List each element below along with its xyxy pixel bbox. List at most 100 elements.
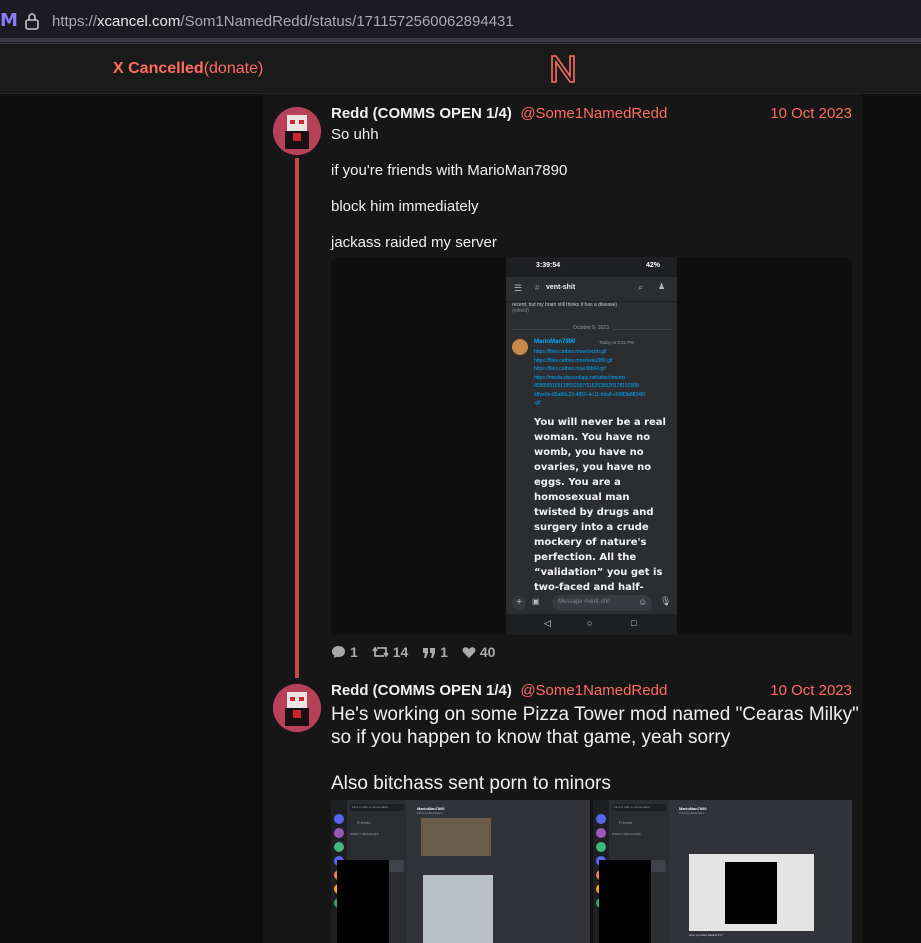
retweet-icon <box>371 646 389 658</box>
lock-icon[interactable] <box>24 12 40 30</box>
donate-link[interactable]: (donate) <box>204 60 264 77</box>
search-icon: ⌕ <box>638 282 644 292</box>
prev-message-edited: (edited) <box>512 308 529 314</box>
message-composer: + ▣ Message #vent-shit ☺ 🎙 <box>506 592 677 614</box>
nitter-logo-icon[interactable] <box>546 52 580 86</box>
avatar[interactable] <box>273 107 321 155</box>
likes-stat[interactable]: 40 <box>462 644 496 660</box>
avatar-image <box>273 107 321 155</box>
mic-icon: 🎙 <box>660 596 672 606</box>
tweet-line: so if you happen to know that game, yeah… <box>331 727 731 748</box>
url-path: /Som1NamedRedd/status/171157256006289443… <box>180 13 514 30</box>
status-battery: 42% <box>646 262 661 269</box>
friends-label: Friends <box>619 820 633 825</box>
retweets-stat[interactable]: 14 <box>371 644 409 660</box>
message-links: https://files.catbox.moe/cecbh.gif https… <box>534 348 674 408</box>
tweet-date[interactable]: 10 Oct 2023 <box>770 105 852 122</box>
site-navbar: X Cancelled(donate) <box>0 44 921 94</box>
tweet-line: He's working on some Pizza Tower mod nam… <box>331 704 859 725</box>
fullname[interactable]: Redd (COMMS OPEN 1/4) <box>331 682 512 699</box>
avatar[interactable] <box>273 684 321 732</box>
avatar-image <box>273 684 321 732</box>
tweet-line: if you're friends with MarioMan7890 <box>331 162 568 179</box>
tweet-header: Redd (COMMS OPEN 1/4) @Some1NamedRedd 10… <box>331 682 852 702</box>
toolbar-divider <box>0 38 921 42</box>
message-link: https://files.catbox.moe/cecbh.gif <box>534 349 607 355</box>
discord-screenshot-left[interactable]: Find or start a conversation Friends DIR… <box>331 800 590 943</box>
heart-icon <box>462 647 476 658</box>
message-placeholder: Message #vent-shit <box>558 599 611 605</box>
tweet-stats: 1 14 1 40 <box>331 644 505 662</box>
site-brand[interactable]: X Cancelled(donate) <box>113 60 263 78</box>
message-author: MarioMan7890 <box>534 339 576 345</box>
phone-status-bar: 3:39:54 42% <box>506 257 677 277</box>
status-time: 3:39:54 <box>536 262 561 269</box>
message-text: You will never be a real woman. You have… <box>534 417 666 592</box>
url-scheme: https:// <box>52 13 98 30</box>
tweet-image[interactable]: 3:39:54 42% ☰ # vent-shit ⌕ ♟ recent, bu… <box>331 257 852 635</box>
retweets-count: 14 <box>392 644 409 660</box>
tweet-date[interactable]: 10 Oct 2023 <box>770 682 852 699</box>
redaction-block <box>725 862 777 924</box>
channel-header: ☰ # vent-shit ⌕ ♟ <box>506 277 677 302</box>
android-navbar: ◁ ○ □ <box>506 614 677 635</box>
message-link: https://files.catbox.moe/5tb64.gif <box>534 366 606 372</box>
message-link: /dfye0n-65a86c23-4950-4c11-bda8-c9983b88… <box>534 391 646 398</box>
address-field[interactable]: https://xcancel.com/Som1NamedRedd/status… <box>52 13 514 30</box>
dm-search: Find or start a conversation <box>350 804 404 811</box>
hash-icon: # <box>535 283 540 292</box>
members-icon: ♟ <box>658 282 666 291</box>
tweet-content: So uhh if you're friends with MarioMan78… <box>331 126 567 270</box>
message-input: Message #vent-shit ☺ <box>552 595 652 611</box>
message-link: /838009169119532937/1152035520178152008 <box>534 383 639 389</box>
tweet-line: jackass raided my server <box>331 234 497 251</box>
tweet-header: Redd (COMMS OPEN 1/4) @Some1NamedRedd 10… <box>331 105 852 125</box>
fullname[interactable]: Redd (COMMS OPEN 1/4) <box>331 105 512 122</box>
shared-image <box>421 818 491 856</box>
discord-screenshot-right[interactable]: Find or start a conversation Friends DIR… <box>593 800 852 943</box>
friends-label: Friends <box>357 820 371 825</box>
quotes-stat[interactable]: 1 <box>422 644 448 660</box>
username[interactable]: @Some1NamedRedd <box>520 682 667 699</box>
chat-area: MarioMan7890 Pizzing Milkshakes <box>407 800 590 943</box>
tweet-line: block him immediately <box>331 198 479 215</box>
chat-caption: sure you dont wanna try? <box>689 933 723 937</box>
message-link: .gif <box>534 400 541 406</box>
message-link: https://media.discordapp.net/attachments <box>534 374 626 381</box>
quote-icon <box>423 648 436 658</box>
author-avatar <box>512 339 528 355</box>
date-divider: October 9, 2023 <box>512 325 672 333</box>
discord-screenshot: 3:39:54 42% ☰ # vent-shit ⌕ ♟ recent, bu… <box>506 257 677 635</box>
home-icon: ○ <box>587 618 593 628</box>
extension-icon[interactable]: M <box>0 10 18 32</box>
tweet-line: Also bitchass sent porn to minors <box>331 773 611 794</box>
url-host: xcancel.com <box>97 13 181 30</box>
tweet-image-gallery[interactable]: Find or start a conversation Friends DIR… <box>331 800 852 943</box>
emoji-icon: ☺ <box>638 597 648 607</box>
chat-user-status: Pizzing Milkshakes <box>417 811 443 815</box>
divider-date: October 9, 2023 <box>570 325 612 331</box>
dm-header: DIRECT MESSAGES <box>612 832 641 836</box>
gift-icon: ▣ <box>532 597 540 606</box>
redaction-block <box>337 860 389 943</box>
redaction-block <box>599 860 651 943</box>
plus-icon: + <box>512 596 526 610</box>
brand-title[interactable]: X Cancelled <box>113 60 204 77</box>
comment-icon <box>332 646 345 658</box>
back-icon: ◁ <box>544 618 551 628</box>
message-link: https://files.catbox.moe/veeu380.gif <box>534 357 613 364</box>
replies-stat[interactable]: 1 <box>331 644 358 660</box>
tweet-line: So uhh <box>331 126 379 143</box>
quotes-count: 1 <box>440 644 448 660</box>
message-timestamp: Today at 3:32 PM <box>599 340 635 345</box>
likes-count: 40 <box>479 644 496 660</box>
username[interactable]: @Some1NamedRedd <box>520 105 667 122</box>
dm-search: Find or start a conversation <box>612 804 666 811</box>
menu-icon: ☰ <box>514 283 523 293</box>
chat-user-status: Pizzing Milkshakes <box>679 811 705 815</box>
tweet-content: He's working on some Pizza Tower mod nam… <box>331 703 859 795</box>
browser-url-bar[interactable]: M https://xcancel.com/Som1NamedRedd/stat… <box>0 0 921 44</box>
recents-icon: □ <box>631 618 637 628</box>
replies-count: 1 <box>350 644 358 660</box>
channel-name: vent-shit <box>546 284 576 291</box>
